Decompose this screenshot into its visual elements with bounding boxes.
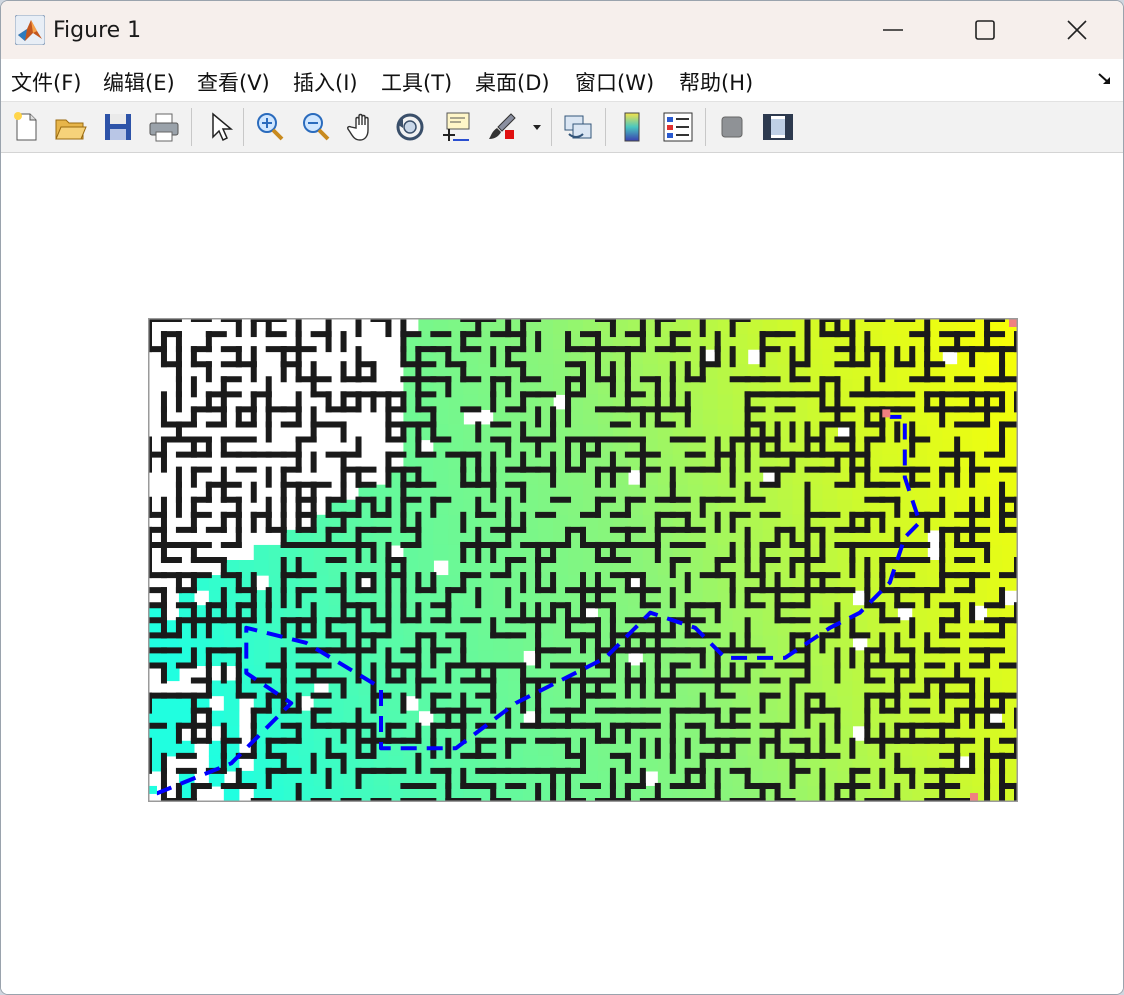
menu-window[interactable]: 窗口(W) <box>575 67 654 97</box>
maze-cell <box>702 394 719 410</box>
toolbar-separator <box>551 108 552 146</box>
toolbar-separator <box>191 108 192 146</box>
rotate-3d-button[interactable] <box>393 110 427 144</box>
colorbar-icon <box>624 112 640 142</box>
close-icon <box>1067 20 1087 40</box>
maze-plot[interactable] <box>148 318 1018 802</box>
menu-tools[interactable]: 工具(T) <box>381 67 452 97</box>
open-file-button[interactable] <box>53 110 87 144</box>
figure-canvas[interactable] <box>1 153 1123 994</box>
close-button[interactable] <box>1031 1 1123 59</box>
brush-dropdown-icon <box>533 125 541 130</box>
menu-desktop[interactable]: 桌面(D) <box>475 67 550 97</box>
maze-cell <box>433 529 449 546</box>
minimize-icon <box>883 29 903 31</box>
print-button[interactable] <box>147 110 181 144</box>
minimize-button[interactable] <box>847 1 939 59</box>
maximize-icon <box>975 20 995 40</box>
maze-cell <box>717 409 734 426</box>
zoom-in-icon <box>257 113 284 141</box>
zoom-out-icon <box>303 113 330 141</box>
pan-hand-icon <box>347 113 369 141</box>
toolbar-separator <box>705 108 706 146</box>
title-bar[interactable]: Figure 1 <box>1 1 1123 59</box>
menu-bar: 文件(F) 编辑(E) 查看(V) 插入(I) 工具(T) 桌面(D) 窗口(W… <box>1 59 1123 102</box>
new-figure-icon <box>14 112 37 141</box>
link-plot-button[interactable] <box>561 110 595 144</box>
matlab-logo-icon <box>15 15 45 45</box>
data-cursor-button[interactable] <box>439 110 473 144</box>
maze-cell <box>717 394 734 410</box>
hide-plot-tools-button[interactable] <box>715 110 749 144</box>
end-marker <box>882 409 891 418</box>
zoom-in-button[interactable] <box>253 110 287 144</box>
new-figure-button[interactable] <box>9 110 43 144</box>
menu-help[interactable]: 帮助(H) <box>679 67 753 97</box>
edit-plot-button[interactable] <box>203 110 237 144</box>
corner-marker <box>970 793 978 801</box>
legend-button[interactable] <box>661 110 695 144</box>
show-plot-tools-icon <box>763 114 793 140</box>
maze-cell <box>253 635 270 651</box>
open-file-icon <box>55 119 87 140</box>
menu-edit[interactable]: 编辑(E) <box>103 67 175 97</box>
menu-view[interactable]: 查看(V) <box>197 67 270 97</box>
menu-insert[interactable]: 插入(I) <box>293 67 358 97</box>
menu-file[interactable]: 文件(F) <box>11 67 81 97</box>
hide-plot-tools-icon <box>721 116 743 138</box>
dock-arrow-icon[interactable] <box>1097 71 1113 87</box>
maze-cell <box>253 544 270 561</box>
maze-cell <box>433 544 449 561</box>
maze-cell <box>702 409 719 426</box>
toolbar-separator <box>605 108 606 146</box>
rotate-3d-icon <box>396 113 424 141</box>
save-icon <box>105 114 131 140</box>
figure-toolbar <box>1 102 1123 153</box>
window-title: Figure 1 <box>53 18 142 43</box>
show-plot-tools-button[interactable] <box>761 110 795 144</box>
brush-dropdown-button[interactable] <box>529 110 545 144</box>
corner-marker <box>1009 319 1017 327</box>
pointer-icon <box>212 112 234 142</box>
legend-icon <box>663 112 693 142</box>
brush-icon <box>489 113 516 139</box>
start-marker <box>149 785 157 794</box>
colorbar-button[interactable] <box>615 110 649 144</box>
pan-button[interactable] <box>347 110 381 144</box>
zoom-out-button[interactable] <box>299 110 333 144</box>
brush-button[interactable] <box>485 110 519 144</box>
toolbar-separator <box>243 108 244 146</box>
link-plot-icon <box>564 115 592 139</box>
print-icon <box>149 113 179 142</box>
save-button[interactable] <box>101 110 135 144</box>
figure-window: Figure 1 文件(F) 编辑(E) 查看(V) 插入(I) 工具(T) 桌… <box>0 0 1124 995</box>
data-cursor-icon <box>443 112 470 141</box>
maximize-button[interactable] <box>939 1 1031 59</box>
